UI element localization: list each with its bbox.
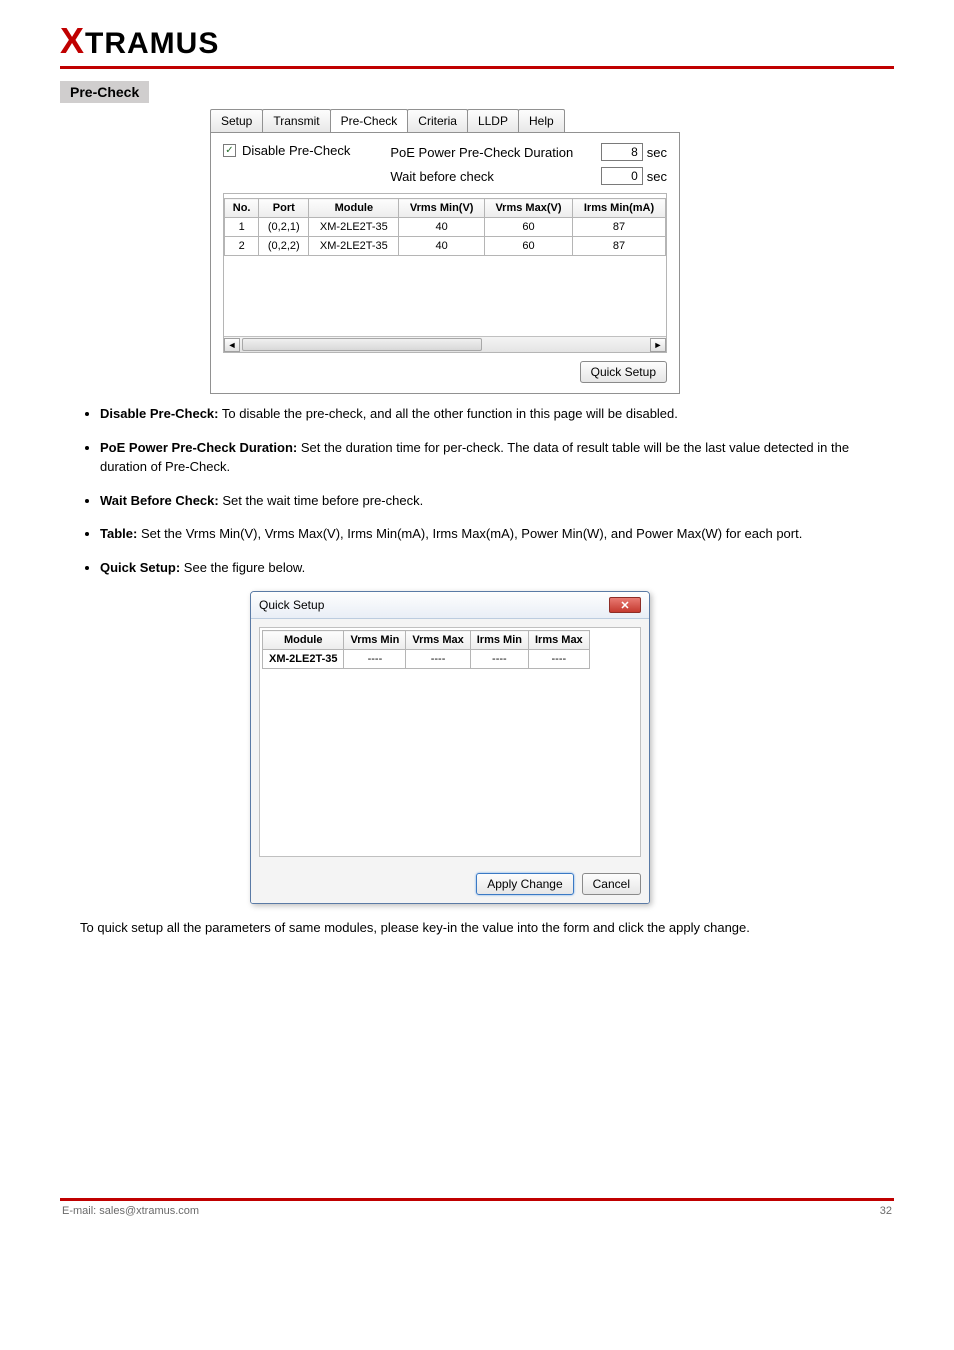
precheck-table: No. Port Module Vrms Min(V) Vrms Max(V) … (224, 198, 666, 256)
page-footer: E-mail: sales@xtramus.com 32 (60, 1201, 894, 1217)
quick-setup-button[interactable]: Quick Setup (580, 361, 667, 383)
precheck-panel: ✓ Disable Pre-Check PoE Power Pre-Check … (210, 132, 680, 394)
logo-x: X (60, 20, 85, 61)
list-item: PoE Power Pre-Check Duration: Set the du… (100, 438, 894, 477)
section-title: Pre-Check (60, 81, 149, 103)
scroll-right-icon[interactable]: ► (650, 338, 666, 352)
qth-vrmsmax: Vrms Max (406, 631, 470, 650)
description-list: Disable Pre-Check: To disable the pre-ch… (100, 404, 894, 577)
qth-module: Module (263, 631, 344, 650)
duration-input[interactable] (601, 143, 643, 161)
dialog-footer: Apply Change Cancel (251, 865, 649, 903)
tab-transmit[interactable]: Transmit (262, 109, 330, 132)
quick-setup-dialog: Quick Setup ✕ Module Vrms Min Vrms Max I… (250, 591, 650, 904)
th-port: Port (259, 199, 309, 218)
qth-irmsmin: Irms Min (470, 631, 528, 650)
duration-label: PoE Power Pre-Check Duration (390, 145, 596, 160)
scroll-thumb[interactable] (242, 338, 482, 351)
tab-setup[interactable]: Setup (210, 109, 263, 132)
header-divider (60, 66, 894, 69)
wait-input[interactable] (601, 167, 643, 185)
precheck-table-area: No. Port Module Vrms Min(V) Vrms Max(V) … (223, 193, 667, 353)
footer-page-number: 32 (880, 1205, 892, 1217)
th-vrmsmax: Vrms Max(V) (484, 199, 572, 218)
after-dialog-text: To quick setup all the parameters of sam… (80, 918, 874, 938)
disable-precheck-label: Disable Pre-Check (242, 143, 350, 158)
apply-change-button[interactable]: Apply Change (476, 873, 573, 895)
th-vrmsmin: Vrms Min(V) (399, 199, 484, 218)
dialog-body: Module Vrms Min Vrms Max Irms Min Irms M… (251, 619, 649, 865)
scroll-left-icon[interactable]: ◄ (224, 338, 240, 352)
table-row[interactable]: 2 (0,2,2) XM-2LE2T-35 40 60 87 (225, 237, 666, 256)
tab-strip: Setup Transmit Pre-Check Criteria LLDP H… (210, 109, 894, 132)
dialog-titlebar[interactable]: Quick Setup ✕ (251, 592, 649, 619)
dialog-title: Quick Setup (259, 598, 324, 612)
cancel-button[interactable]: Cancel (582, 873, 641, 895)
list-item: Table: Set the Vrms Min(V), Vrms Max(V),… (100, 524, 894, 544)
th-module: Module (309, 199, 399, 218)
footer-email: E-mail: sales@xtramus.com (62, 1205, 199, 1217)
list-item: Disable Pre-Check: To disable the pre-ch… (100, 404, 894, 424)
tab-criteria[interactable]: Criteria (407, 109, 468, 132)
th-no: No. (225, 199, 259, 218)
dialog-table-panel: Module Vrms Min Vrms Max Irms Min Irms M… (259, 627, 641, 857)
precheck-panel-wrap: Setup Transmit Pre-Check Criteria LLDP H… (210, 109, 894, 394)
table-row[interactable]: XM-2LE2T-35 ---- ---- ---- ---- (263, 650, 590, 669)
qth-irmsmax: Irms Max (528, 631, 589, 650)
list-item: Wait Before Check: Set the wait time bef… (100, 491, 894, 511)
sec-label-1: sec (647, 145, 667, 160)
close-icon[interactable]: ✕ (609, 597, 641, 613)
qth-vrmsmin: Vrms Min (344, 631, 406, 650)
th-irmsmin: Irms Min(mA) (573, 199, 666, 218)
tab-lldp[interactable]: LLDP (467, 109, 519, 132)
horizontal-scrollbar[interactable]: ◄ ► (224, 336, 666, 352)
logo-rest: TRAMUS (85, 27, 219, 60)
sec-label-2: sec (647, 169, 667, 184)
quick-setup-table: Module Vrms Min Vrms Max Irms Min Irms M… (262, 630, 590, 669)
tab-help[interactable]: Help (518, 109, 565, 132)
tab-precheck[interactable]: Pre-Check (330, 109, 409, 132)
wait-label: Wait before check (390, 169, 596, 184)
list-item: Quick Setup: See the figure below. (100, 558, 894, 578)
disable-precheck-checkbox[interactable]: ✓ (223, 144, 236, 157)
brand-logo: XTRAMUS (60, 20, 894, 62)
table-row[interactable]: 1 (0,2,1) XM-2LE2T-35 40 60 87 (225, 218, 666, 237)
